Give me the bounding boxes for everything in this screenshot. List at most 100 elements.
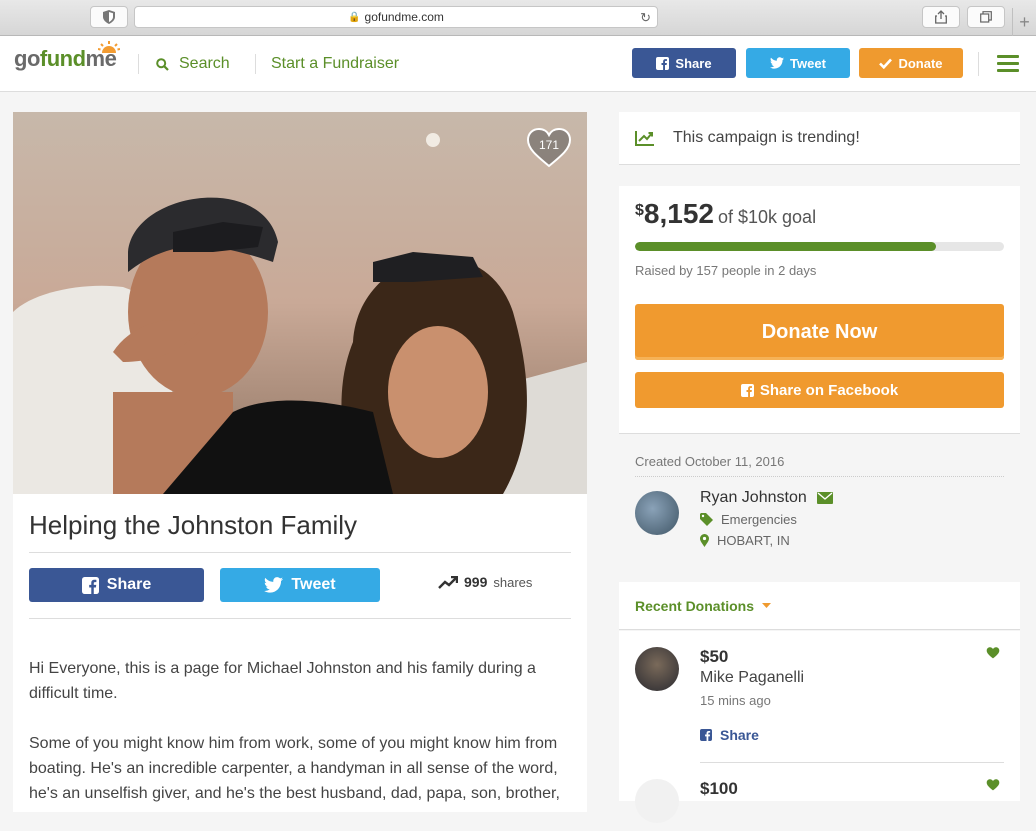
campaign-share-label: Share (106, 576, 152, 593)
hamburger-menu-icon[interactable] (997, 55, 1019, 76)
trending-text: This campaign is trending! (673, 129, 860, 146)
organizer-name-row: Ryan Johnston (700, 489, 833, 507)
trending-arrow-icon (438, 575, 458, 589)
search-icon (156, 57, 169, 71)
trending-banner: This campaign is trending! (619, 112, 1020, 165)
reload-icon[interactable]: ↻ (640, 10, 651, 26)
donation-item: $50 Mike Paganelli 15 mins ago Share (635, 647, 1004, 767)
header-share-button[interactable]: Share (632, 48, 736, 78)
logo-go: go (14, 46, 40, 71)
recent-donations-toggle[interactable]: Recent Donations (619, 582, 1020, 630)
campaign-title: Helping the Johnston Family (29, 510, 358, 540)
campaign-photo-art (13, 112, 587, 494)
campaign-story: Hi Everyone, this is a page for Michael … (29, 656, 569, 831)
facebook-icon (656, 56, 670, 70)
start-fundraiser-link[interactable]: Start a Fundraiser (271, 55, 399, 73)
donate-now-button[interactable]: Donate Now (635, 304, 1004, 360)
shield-icon (103, 10, 115, 24)
donation-share-label: Share (720, 727, 759, 743)
donor-avatar (635, 779, 679, 823)
campaign-share-button[interactable]: Share (29, 568, 204, 602)
new-tab-button[interactable]: + (1012, 8, 1036, 36)
envelope-icon[interactable] (816, 492, 833, 504)
sun-logo-icon (97, 40, 121, 58)
donation-summary: $8,152 of $10k goal Raised by 157 people … (619, 186, 1020, 434)
donation-time: 15 mins ago (700, 693, 771, 708)
organizer-category[interactable]: Emergencies (700, 512, 797, 527)
tag-icon (700, 513, 713, 526)
location-label: HOBART, IN (717, 533, 790, 548)
divider (635, 476, 1004, 477)
header-divider (255, 54, 256, 74)
share-icon (935, 10, 947, 24)
organizer-avatar[interactable] (635, 491, 679, 535)
organizer-location: HOBART, IN (700, 533, 790, 548)
campaign-tweet-label: Tweet (291, 576, 336, 593)
tabs-icon (980, 11, 992, 23)
site-header: gofundme Search Start a Fundraiser Share… (0, 36, 1036, 92)
map-pin-icon (700, 534, 709, 547)
campaign-main: 171 Helping the Johnston Family Share Tw… (13, 112, 587, 812)
privacy-shield-button[interactable] (90, 6, 128, 28)
recent-donations-label: Recent Donations (635, 597, 755, 614)
header-search[interactable]: Search (156, 55, 230, 73)
header-tweet-button[interactable]: Tweet (746, 48, 850, 78)
story-paragraph: Some of you might know him from work, so… (29, 735, 560, 802)
share-page-button[interactable] (922, 6, 960, 28)
header-tweet-label: Tweet (790, 55, 826, 71)
heart-count: 171 (538, 138, 560, 152)
goal-text: of $10k goal (717, 207, 817, 227)
facebook-icon (700, 729, 712, 741)
created-date: Created October 11, 2016 (635, 454, 785, 469)
share-on-facebook-button[interactable]: Share on Facebook (635, 372, 1004, 408)
donor-name: Mike Paganelli (700, 669, 805, 686)
header-share-label: Share (675, 55, 712, 71)
heart-icon[interactable] (986, 779, 1000, 791)
facebook-icon (740, 383, 754, 397)
logo-fund: fund (39, 46, 86, 71)
recent-donations-list: $50 Mike Paganelli 15 mins ago Share $10… (619, 631, 1020, 823)
heart-icon[interactable] (986, 647, 1000, 659)
divider (700, 762, 1004, 763)
shares-number: 999 (464, 574, 488, 590)
raised-by-text: Raised by 157 people in 2 days (635, 263, 817, 278)
shares-label: shares (493, 574, 533, 590)
donation-share-button[interactable]: Share (700, 727, 759, 743)
organizer-info: Created October 11, 2016 Ryan Johnston E… (619, 440, 1020, 566)
share-on-facebook-label: Share on Facebook (759, 381, 899, 399)
lock-icon: 🔒 (348, 11, 361, 23)
donation-amount: $100 (700, 779, 738, 798)
campaign-photo: 171 (13, 112, 587, 494)
checkmark-icon (879, 58, 893, 69)
header-donate-label: Donate (898, 55, 943, 71)
donor-avatar (635, 647, 679, 691)
raised-value: 8,152 (643, 198, 714, 229)
story-paragraph: Hi Everyone, this is a page for Michael … (29, 660, 536, 702)
trending-chart-icon (635, 131, 654, 146)
header-divider (978, 52, 979, 76)
organizer-name[interactable]: Ryan Johnston (700, 489, 807, 507)
search-label: Search (179, 55, 230, 72)
address-text: gofundme.com (364, 10, 444, 24)
campaign-tweet-button[interactable]: Tweet (220, 568, 380, 602)
browser-toolbar: 🔒 gofundme.com ↻ + (0, 0, 1036, 36)
heart-counter[interactable]: 171 (526, 127, 572, 168)
divider (29, 618, 571, 619)
gofundme-logo[interactable]: gofundme (14, 41, 121, 72)
twitter-icon (770, 57, 785, 69)
currency-symbol: $ (635, 202, 644, 219)
divider (29, 552, 571, 553)
donation-item: $100 (635, 779, 1004, 823)
caret-down-icon (762, 602, 772, 608)
twitter-icon (264, 577, 284, 593)
tabs-overview-button[interactable] (967, 6, 1005, 28)
raised-amount: $8,152 of $10k goal (635, 198, 816, 230)
category-label: Emergencies (721, 512, 797, 527)
address-bar[interactable]: 🔒 gofundme.com ↻ (134, 6, 658, 28)
facebook-icon (81, 576, 99, 594)
header-donate-button[interactable]: Donate (859, 48, 963, 78)
header-divider (138, 54, 139, 74)
shares-count: 999 shares (438, 574, 532, 590)
progress-bar (635, 242, 1004, 251)
donation-amount: $50 (700, 647, 729, 666)
